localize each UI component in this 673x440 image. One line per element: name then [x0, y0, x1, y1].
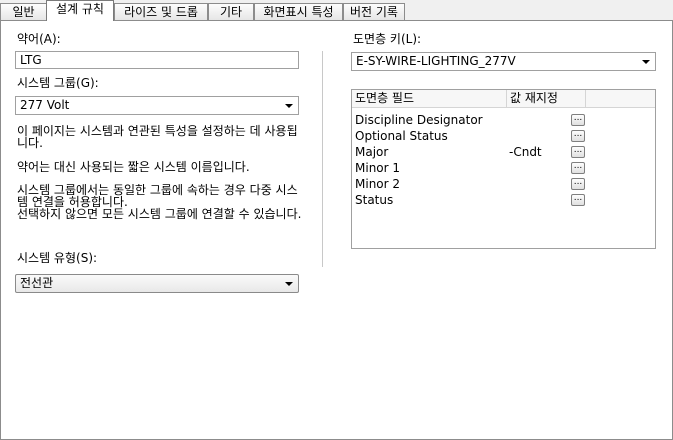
tab-other[interactable]: 기타 — [208, 3, 254, 20]
table-row[interactable]: Optional Status ... — [352, 128, 655, 144]
description-unselected: 선택하지 않으면 모든 시스템 그룹에 연결할 수 있습니다. — [17, 207, 302, 221]
description-system-group: 시스템 그룹에서는 동일한 그룹에 속하는 경우 다중 시스템 연결을 허용합니… — [17, 183, 298, 209]
chevron-down-icon — [285, 282, 293, 286]
abbreviation-input[interactable]: LTG — [15, 51, 299, 69]
layer-field-name: Optional Status — [355, 129, 448, 143]
layer-field-name: Status — [355, 193, 394, 207]
system-type-dropdown[interactable]: 전선관 — [15, 274, 299, 293]
layer-key-dropdown[interactable]: E-SY-WIRE-LIGHTING_277V — [351, 52, 656, 71]
table-row[interactable]: Minor 2 ... — [352, 176, 655, 192]
ellipsis-button[interactable]: ... — [571, 178, 585, 190]
table-row[interactable]: Discipline Designator ... — [352, 112, 655, 128]
column-header-blank — [586, 90, 655, 108]
system-type-value: 전선관 — [20, 276, 54, 290]
layer-fields-grid: 도면층 필드 값 재지정 Discipline Designator ... O… — [351, 89, 656, 249]
tab-design-rules[interactable]: 설계 규칙 — [46, 0, 114, 21]
ellipsis-button[interactable]: ... — [571, 162, 585, 174]
column-header-layer-field[interactable]: 도면층 필드 — [352, 90, 507, 108]
tab-display-properties[interactable]: 화면표시 특성 — [254, 3, 343, 20]
system-group-label: 시스템 그룹(G): — [17, 76, 99, 90]
table-row[interactable]: Status ... — [352, 192, 655, 208]
system-group-value: 277 Volt — [20, 98, 70, 112]
description-page: 이 페이지는 시스템과 연관된 특성을 설정하는 데 사용됩니다. — [17, 124, 298, 150]
layer-field-name: Discipline Designator — [355, 113, 483, 127]
description-abbreviation: 약어는 대신 사용되는 짧은 시스템 이름입니다. — [17, 160, 250, 174]
ellipsis-button[interactable]: ... — [571, 194, 585, 206]
system-group-dropdown[interactable]: 277 Volt — [15, 96, 299, 115]
system-type-label: 시스템 유형(S): — [17, 251, 98, 265]
ellipsis-button[interactable]: ... — [571, 130, 585, 142]
tab-strip: 일반 설계 규칙 라이즈 및 드롭 기타 화면표시 특성 버전 기록 — [0, 0, 673, 21]
table-row[interactable]: Major -Cndt ... — [352, 144, 655, 160]
layer-field-name: Minor 1 — [355, 161, 401, 175]
abbreviation-label: 약어(A): — [17, 32, 61, 46]
layer-key-value: E-SY-WIRE-LIGHTING_277V — [356, 54, 516, 68]
chevron-down-icon — [285, 104, 293, 108]
override-value: -Cndt — [509, 145, 542, 159]
column-divider — [322, 51, 323, 267]
chevron-down-icon — [642, 60, 650, 64]
layer-field-name: Minor 2 — [355, 177, 401, 191]
ellipsis-button[interactable]: ... — [571, 146, 585, 158]
table-row[interactable]: Minor 1 ... — [352, 160, 655, 176]
ellipsis-button[interactable]: ... — [571, 114, 585, 126]
tab-general[interactable]: 일반 — [0, 3, 47, 20]
tab-version-history[interactable]: 버전 기록 — [343, 3, 405, 20]
column-header-override[interactable]: 값 재지정 — [507, 90, 586, 108]
layer-field-name: Major — [355, 145, 389, 159]
tab-rise-and-drop[interactable]: 라이즈 및 드롭 — [114, 3, 208, 20]
layer-key-label: 도면층 키(L): — [353, 32, 422, 46]
